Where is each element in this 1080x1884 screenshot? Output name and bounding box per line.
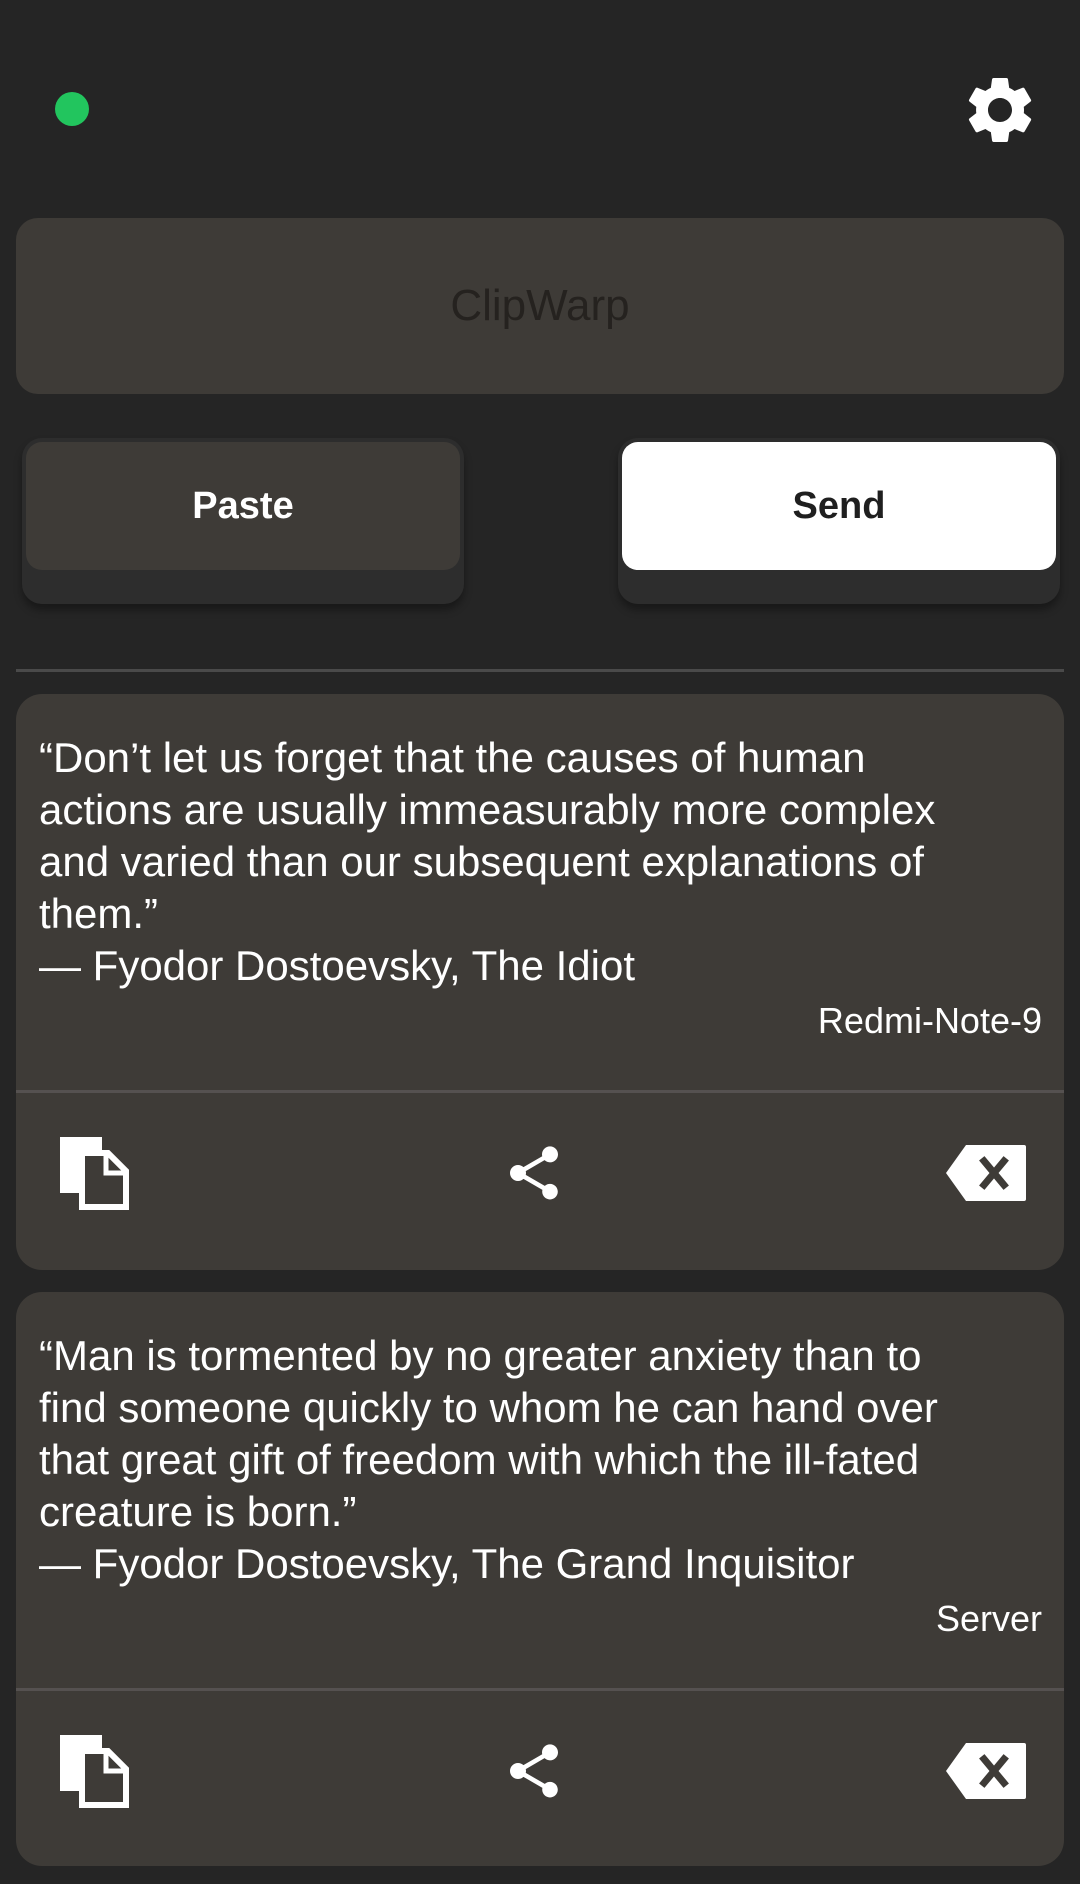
share-icon [510, 1146, 558, 1200]
clip-source-device: Redmi-Note-9 [817, 1000, 1042, 1041]
clip-input-container [16, 218, 1064, 394]
send-button[interactable]: Send [622, 442, 1056, 570]
delete-button[interactable] [936, 1123, 1036, 1223]
paste-button[interactable]: Paste [26, 442, 460, 570]
clip-actions [16, 1691, 1064, 1851]
clip-card: “Don’t let us forget that the causes of … [16, 694, 1064, 1270]
clip-actions [16, 1093, 1064, 1253]
section-divider [16, 669, 1064, 672]
clip-card: “Man is tormented by no greater anxiety … [16, 1292, 1064, 1866]
clip-text[interactable]: “Don’t let us forget that the causes of … [39, 732, 1039, 992]
clip-text[interactable]: “Man is tormented by no greater anxiety … [39, 1330, 1039, 1590]
settings-button[interactable] [955, 65, 1045, 155]
backspace-delete-icon [946, 1145, 1026, 1201]
share-button[interactable] [484, 1721, 584, 1821]
gear-icon [968, 77, 1032, 142]
backspace-delete-icon [946, 1743, 1026, 1799]
copy-icon [60, 1735, 129, 1808]
clip-source-device: Server [935, 1598, 1042, 1639]
connection-status-dot [55, 92, 89, 126]
app-screen: Paste Send “Don’t let us forget that the… [0, 0, 1080, 1884]
share-icon [510, 1744, 558, 1798]
copy-icon [60, 1137, 129, 1210]
paste-button-frame: Paste [22, 438, 464, 604]
share-button[interactable] [484, 1123, 584, 1223]
copy-button[interactable] [46, 1721, 146, 1821]
copy-button[interactable] [46, 1123, 146, 1223]
clip-input[interactable] [16, 218, 1064, 394]
send-button-frame: Send [618, 438, 1060, 604]
delete-button[interactable] [936, 1721, 1036, 1821]
